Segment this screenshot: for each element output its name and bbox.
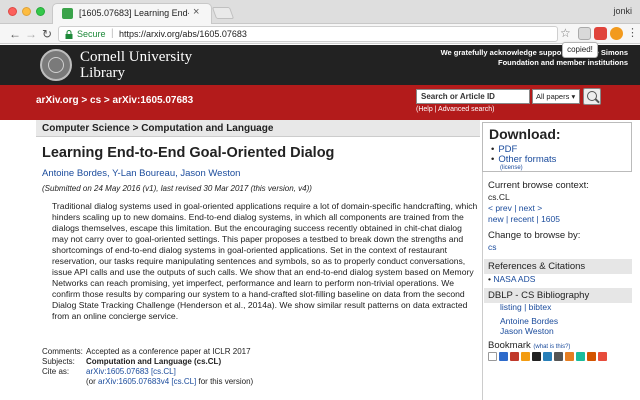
maximize-window-button[interactable]	[36, 7, 45, 16]
subjects-key: Subjects:	[42, 357, 75, 366]
extension-red-icon[interactable]	[594, 27, 607, 40]
references-label: References & Citations	[484, 259, 632, 274]
bookmark-service-icon[interactable]	[499, 352, 508, 361]
forward-arrow-icon[interactable]: →	[24, 27, 38, 41]
dblp-label: DBLP - CS Bibliography	[484, 288, 632, 303]
paper-title: Learning End-to-End Goal-Oriented Dialog	[42, 145, 335, 161]
bookmark-help-link[interactable]: (what is this?)	[533, 344, 570, 350]
paper-abstract: Traditional dialog systems used in goal-…	[52, 201, 478, 321]
breadcrumb[interactable]: arXiv.org > cs > arXiv:1605.07683	[36, 95, 193, 106]
license-link[interactable]: (license)	[500, 165, 523, 171]
other-formats-link[interactable]: Other formats	[498, 154, 556, 165]
browse-periods[interactable]: new | recent | 1605	[488, 214, 560, 224]
tab-close-icon[interactable]: ×	[193, 6, 199, 18]
dblp-author-2[interactable]: Jason Weston	[500, 326, 554, 336]
extension-icon[interactable]	[578, 27, 591, 40]
cornell-seal-logo[interactable]	[40, 49, 72, 81]
bookmark-service-icon[interactable]	[510, 352, 519, 361]
reload-icon[interactable]: ↻	[40, 27, 54, 41]
institution-name[interactable]: Cornell University	[80, 49, 192, 66]
paper-metadata: Comments: Accepted as a conference paper…	[42, 347, 253, 387]
change-browse-label: Change to browse by:	[488, 230, 581, 241]
bookmark-section: Bookmark (what is this?)	[484, 338, 632, 353]
comments-value: Accepted as a conference paper at ICLR 2…	[86, 347, 251, 356]
browse-context-value: cs.CL	[488, 192, 510, 202]
new-tab-button[interactable]	[211, 7, 235, 19]
download-other-item[interactable]: • Other formats	[491, 154, 556, 165]
download-title: Download:	[489, 126, 561, 142]
bookmark-checkbox-icon[interactable]	[488, 352, 497, 361]
minimize-window-button[interactable]	[22, 7, 31, 16]
browser-toolbar: ← → ↻ Secure | https://arxiv.org/abs/160…	[0, 24, 640, 44]
bookmark-service-icon[interactable]	[565, 352, 574, 361]
bookmark-label: Bookmark	[488, 340, 531, 351]
url-separator: |	[111, 28, 114, 39]
subjects-value: Computation and Language (cs.CL)	[86, 357, 222, 366]
browser-tab[interactable]: [1605.07683] Learning End-to- ×	[52, 3, 212, 24]
extension-orange-icon[interactable]	[610, 27, 623, 40]
lock-icon	[65, 30, 73, 39]
favicon-icon	[62, 8, 73, 19]
acknowledgement-text: We gratefully acknowledge support from t…	[440, 48, 628, 67]
bookmark-service-icon[interactable]	[532, 352, 541, 361]
search-icon	[587, 91, 597, 101]
search-scope-value: All papers	[536, 92, 570, 101]
bookmark-service-icon[interactable]	[587, 352, 596, 361]
bookmark-star-icon[interactable]: ☆	[560, 26, 571, 40]
submission-dates: (Submitted on 24 May 2016 (v1), last rev…	[42, 184, 312, 193]
search-button[interactable]	[583, 88, 601, 105]
back-arrow-icon[interactable]: ←	[8, 27, 22, 41]
address-bar[interactable]: Secure | https://arxiv.org/abs/1605.0768…	[58, 26, 558, 42]
cite-version-prefix: (or	[86, 377, 98, 386]
bookmark-service-icon[interactable]	[554, 352, 563, 361]
institution-library[interactable]: Library	[80, 65, 125, 82]
browse-prev-next[interactable]: < prev | next >	[488, 203, 542, 213]
search-scope-select[interactable]: All papers ▾	[532, 89, 580, 104]
bookmark-service-icon[interactable]	[576, 352, 585, 361]
cite-version-suffix: for this version)	[196, 377, 254, 386]
browse-context-label: Current browse context:	[488, 180, 589, 191]
nasa-ads-item[interactable]: • NASA ADS	[488, 274, 535, 284]
browser-tab-bar: [1605.07683] Learning End-to- × jonki	[0, 0, 640, 24]
bookmark-service-icon[interactable]	[543, 352, 552, 361]
nasa-ads-link[interactable]: NASA ADS	[493, 274, 535, 284]
paper-authors[interactable]: Antoine Bordes, Y-Lan Boureau, Jason Wes…	[42, 168, 240, 179]
tab-title: [1605.07683] Learning End-to-	[79, 8, 189, 18]
cite-key: Cite as:	[42, 367, 70, 376]
dblp-author-1[interactable]: Antoine Bordes	[500, 316, 558, 326]
secure-label: Secure	[77, 29, 106, 39]
bookmark-service-icon[interactable]	[521, 352, 530, 361]
bookmark-service-icon[interactable]	[598, 352, 607, 361]
url-text[interactable]: https://arxiv.org/abs/1605.07683	[119, 29, 247, 39]
menu-icon[interactable]: ⋮	[627, 26, 638, 39]
change-browse-value[interactable]: cs	[488, 242, 497, 252]
close-window-button[interactable]	[8, 7, 17, 16]
cite-link[interactable]: arXiv:1605.07683 [cs.CL]	[86, 367, 176, 377]
search-input[interactable]: Search or Article ID	[416, 89, 530, 104]
copied-popup: copied!	[562, 42, 598, 58]
profile-name[interactable]: jonki	[613, 6, 632, 16]
subject-header: Computer Science > Computation and Langu…	[36, 120, 480, 137]
bookmark-icons	[488, 352, 607, 364]
dblp-links[interactable]: listing | bibtex	[500, 302, 551, 312]
search-help-links[interactable]: (Help | Advanced search)	[416, 106, 494, 113]
comments-key: Comments:	[42, 347, 83, 356]
cite-version-link[interactable]: arXiv:1605.07683v4 [cs.CL]	[98, 377, 196, 386]
